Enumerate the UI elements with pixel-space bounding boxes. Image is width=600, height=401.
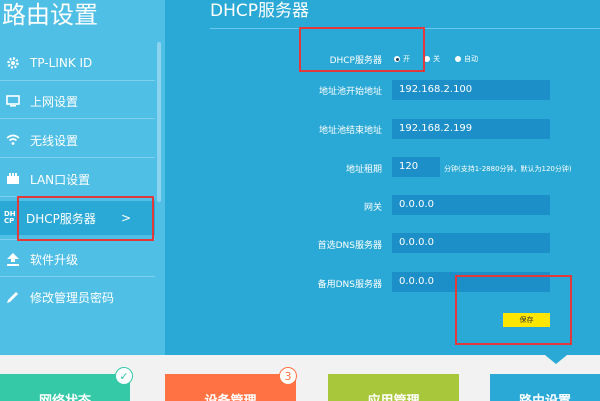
sidebar-item-upgrade[interactable]: 软件升级: [0, 243, 155, 275]
sidebar-item-change-password[interactable]: 修改管理员密码: [0, 281, 155, 313]
wifi-icon: [4, 131, 22, 149]
sidebar-item-wireless[interactable]: 无线设置: [0, 124, 155, 156]
tab-device-management[interactable]: 设备管理: [165, 374, 296, 401]
divider: [0, 80, 155, 81]
secondary-dns-label: 备用DNS服务器: [317, 280, 382, 290]
sidebar-item-label: TP-LINK ID: [30, 56, 93, 70]
tab-app-management[interactable]: 应用管理: [328, 374, 459, 401]
notification-badge: 3: [279, 367, 297, 385]
tab-label: 应用管理: [367, 390, 419, 401]
dhcp-icon: DH CP: [4, 210, 16, 225]
sidebar-item-tplink-id[interactable]: TP-LINK ID: [0, 47, 155, 79]
sidebar-item-label: 软件升级: [30, 252, 79, 267]
divider: [0, 276, 155, 277]
tab-label: 设备管理: [204, 390, 256, 401]
monitor-icon: [4, 92, 22, 110]
gateway-label: 网关: [363, 203, 382, 213]
page-title: DHCP服务器: [210, 1, 309, 21]
gateway-input[interactable]: 0.0.0.0: [392, 195, 550, 215]
check-icon: ✓: [115, 367, 133, 385]
divider: [0, 118, 155, 119]
radio-dhcp-off[interactable]: 关: [424, 54, 440, 64]
sidebar-scrollbar[interactable]: [157, 42, 161, 202]
pencil-icon: [4, 288, 22, 306]
primary-dns-input[interactable]: 0.0.0.0: [392, 233, 550, 253]
sidebar-item-label: 修改管理员密码: [30, 290, 115, 305]
highlight-box-sidebar-dhcp: [17, 196, 154, 241]
radio-unselected-icon: [455, 56, 461, 62]
tab-network-status[interactable]: 网络状态: [0, 374, 130, 401]
lease-time-input[interactable]: 120: [392, 157, 440, 177]
tab-label: 路由设置: [519, 390, 571, 401]
pool-end-label: 地址池结束地址: [318, 126, 382, 136]
radio-off-label: 关: [433, 55, 440, 63]
sidebar-item-label: 上网设置: [30, 94, 79, 109]
primary-dns-label: 首选DNS服务器: [317, 241, 382, 251]
tab-router-settings[interactable]: 路由设置: [490, 374, 600, 401]
sidebar-item-internet[interactable]: 上网设置: [0, 85, 155, 117]
sidebar-item-lan[interactable]: LAN口设置: [0, 163, 155, 195]
pool-start-label: 地址池开始地址: [318, 87, 382, 97]
highlight-box-dhcp-toggle: [299, 27, 425, 72]
tab-label: 网络状态: [39, 390, 91, 401]
lan-icon: [4, 170, 22, 188]
divider: [0, 157, 155, 158]
upload-icon: [4, 250, 22, 268]
pool-start-input[interactable]: 192.168.2.100: [392, 80, 550, 100]
sidebar: 路由设置 TP-LINK ID 上网设置 无线设置 LAN口设置 DH CP D…: [0, 0, 165, 355]
radio-auto-label: 自动: [464, 55, 478, 63]
radio-dhcp-auto[interactable]: 自动: [455, 54, 478, 64]
pool-end-input[interactable]: 192.168.2.199: [392, 119, 550, 139]
sidebar-item-label: LAN口设置: [30, 172, 91, 187]
highlight-box-save: [455, 275, 572, 345]
gear-icon: [4, 54, 22, 72]
sidebar-item-label: 无线设置: [30, 133, 79, 148]
sidebar-title: 路由设置: [2, 1, 98, 29]
active-tab-pointer: [545, 355, 567, 364]
lease-time-label: 地址租期: [345, 165, 382, 175]
lease-time-hint: 分钟(支持1-2880分钟，默认为120分钟): [444, 165, 572, 173]
